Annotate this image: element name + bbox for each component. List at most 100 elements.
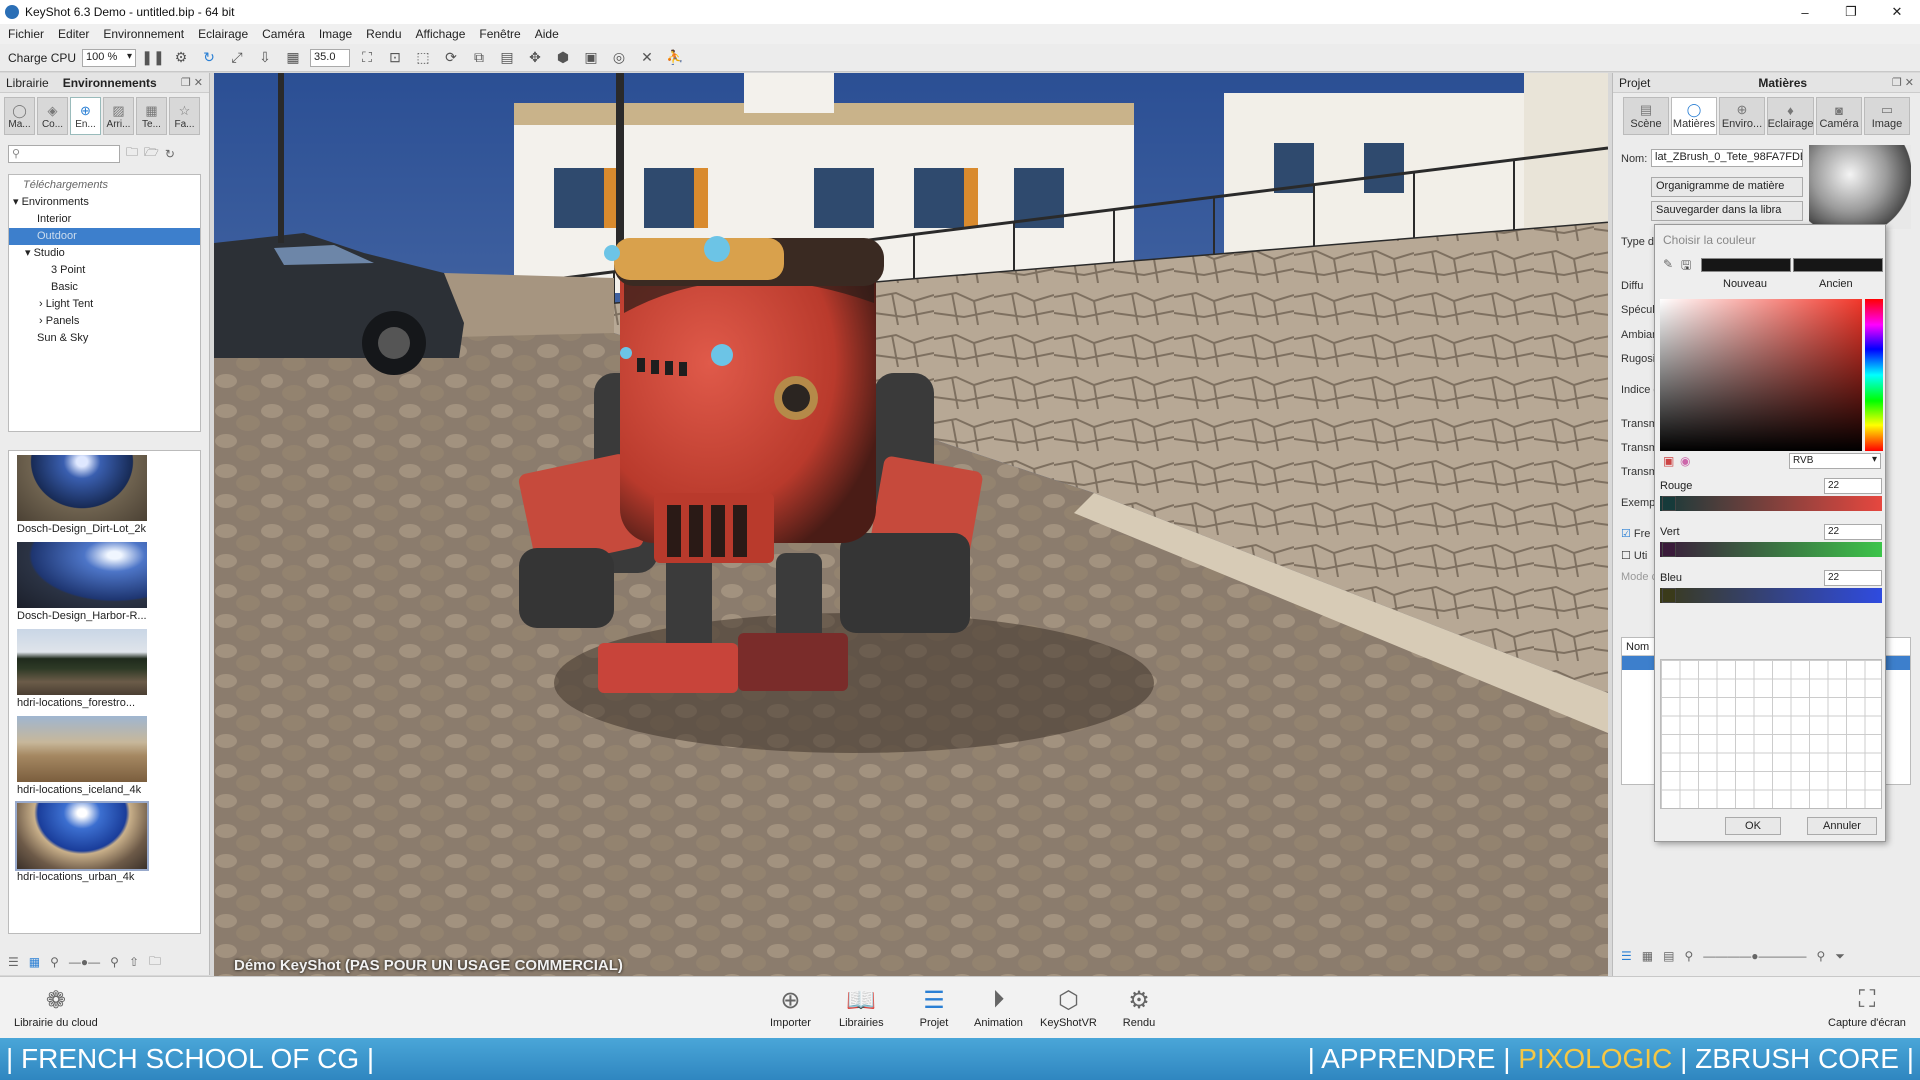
menu-fenetre[interactable]: Fenêtre	[479, 27, 520, 41]
saturation-value-field[interactable]	[1660, 299, 1862, 451]
tree-item-basic[interactable]: Basic	[9, 279, 200, 296]
chevron-right-icon[interactable]: ›	[39, 315, 46, 327]
layout-icon[interactable]: ▣	[580, 48, 602, 68]
prop-use[interactable]: ☐ Uti	[1621, 549, 1647, 562]
green-slider[interactable]	[1660, 542, 1882, 557]
tree-item-interior[interactable]: Interior	[9, 211, 200, 228]
thumbnail-item[interactable]: Dosch-Design_Harbor-R...	[13, 542, 196, 629]
color-mode-select[interactable]: RVB	[1789, 453, 1881, 469]
scale-icon[interactable]: ✕	[636, 48, 658, 68]
zoom-out-icon[interactable]: ⚲	[50, 955, 59, 969]
upload-icon[interactable]: ⇧	[129, 955, 139, 969]
shield-icon[interactable]: ⬢	[552, 48, 574, 68]
tab-lighting[interactable]: ♦ Eclairage	[1767, 97, 1814, 135]
import-folder-icon[interactable]: 🗀	[149, 952, 161, 973]
color-wheel-icon[interactable]: ◉	[1680, 454, 1690, 468]
tree-item-studio[interactable]: ▾ Studio	[9, 245, 200, 262]
tab-textures[interactable]: ▦ Te...	[136, 97, 167, 135]
red-input[interactable]: 22	[1824, 478, 1882, 494]
open-folder-icon[interactable]: 🗁	[144, 143, 159, 164]
region-icon[interactable]: ⊡	[384, 48, 406, 68]
zoom-out-icon[interactable]: ⚲	[1684, 949, 1693, 963]
minimize-button[interactable]: –	[1782, 0, 1828, 24]
tab-environment[interactable]: ⊕ Enviro...	[1719, 97, 1765, 135]
tab-environments[interactable]: Environnements	[63, 76, 157, 90]
tab-project[interactable]: Projet	[1619, 76, 1650, 90]
chevron-down-icon[interactable]: ▾	[13, 196, 22, 208]
thumbnail-size-slider[interactable]: ————●————	[1703, 949, 1806, 963]
tree-item-panels[interactable]: › Panels	[9, 313, 200, 330]
menu-aide[interactable]: Aide	[535, 27, 559, 41]
ok-button[interactable]: OK	[1725, 817, 1781, 835]
grid-view-icon[interactable]: ▦	[29, 955, 40, 969]
menu-editer[interactable]: Editer	[58, 27, 89, 41]
pause-icon[interactable]: ❚❚	[141, 48, 164, 68]
copy-icon[interactable]: ⧉	[468, 48, 490, 68]
red-slider[interactable]	[1660, 496, 1882, 511]
zoom-in-icon[interactable]: ⚲	[1817, 949, 1826, 963]
person-icon[interactable]: ⛹	[664, 48, 686, 68]
tree-item-downloads[interactable]: Téléchargements	[9, 177, 200, 194]
save-color-icon[interactable]: 🖫	[1681, 256, 1691, 277]
thumbnail-item[interactable]: hdri-locations_forestro...	[13, 629, 196, 716]
list-view-icon[interactable]: ☰	[8, 955, 19, 969]
screenshot-button[interactable]: ⛶ Capture d'écran	[1828, 983, 1906, 1029]
zoom-in-icon[interactable]: ⚲	[110, 955, 119, 969]
menu-camera[interactable]: Caméra	[262, 27, 305, 41]
maximize-button[interactable]: ❐	[1828, 0, 1874, 24]
fov-input[interactable]: 35.0	[310, 48, 351, 67]
tab-backplates[interactable]: ▨ Arri...	[103, 97, 134, 135]
material-graph-button[interactable]: Organigramme de matière	[1651, 177, 1803, 197]
tab-camera[interactable]: ◙ Caméra	[1816, 97, 1862, 135]
color-swatch-icon[interactable]: ▣	[1663, 454, 1674, 468]
refresh-library-icon[interactable]: ↻	[165, 147, 175, 161]
thumbnail-size-slider[interactable]: —●—	[69, 955, 100, 969]
thumbnail-item[interactable]: hdri-locations_iceland_4k	[13, 716, 196, 803]
blue-slider[interactable]	[1660, 588, 1882, 603]
refresh-icon[interactable]: ↻	[198, 48, 220, 68]
grid-view-icon[interactable]: ▦	[1642, 949, 1653, 963]
grid-icon[interactable]: ▦	[282, 48, 304, 68]
tree-item-outdoor[interactable]: Outdoor	[9, 228, 200, 245]
menu-image[interactable]: Image	[319, 27, 352, 41]
tab-scene[interactable]: ▤ Scène	[1623, 97, 1669, 135]
cancel-button[interactable]: Annuler	[1807, 817, 1877, 835]
zoom-fit-icon[interactable]: ⛶	[356, 48, 378, 68]
eyedropper-icon[interactable]: ✎	[1663, 257, 1673, 271]
library-search-input[interactable]: ⚲	[8, 144, 120, 163]
tree-item-environments[interactable]: ▾ Environments	[9, 194, 200, 211]
tab-env[interactable]: ⊕ En...	[70, 97, 101, 135]
thumbnail-item[interactable]: Dosch-Design_Dirt-Lot_2k	[13, 455, 196, 542]
camera-tool-icon[interactable]: ▤	[496, 48, 518, 68]
detail-view-icon[interactable]: ▤	[1663, 949, 1674, 963]
frame-icon[interactable]: ⬚	[412, 48, 434, 68]
move-tool-icon[interactable]: ✥	[524, 48, 546, 68]
panel-float-close-icon[interactable]: ❐ ✕	[181, 76, 203, 89]
material-name-field[interactable]: lat_ZBrush_0_Tete_98FA7FDE	[1651, 149, 1803, 167]
keyshotvr-button[interactable]: ⬡ KeyShotVR	[1040, 983, 1097, 1030]
thumbnail-item[interactable]: hdri-locations_urban_4k	[13, 801, 196, 890]
green-slider-handle[interactable]	[1662, 542, 1676, 557]
hue-slider[interactable]	[1865, 299, 1883, 451]
custom-color-swatches[interactable]	[1660, 659, 1882, 809]
menu-environnement[interactable]: Environnement	[103, 27, 184, 41]
list-view-icon[interactable]: ☰	[1621, 949, 1632, 963]
menu-affichage[interactable]: Affichage	[416, 27, 466, 41]
tab-colors[interactable]: ◈ Co...	[37, 97, 68, 135]
blue-input[interactable]: 22	[1824, 570, 1882, 586]
tab-materials-project[interactable]: ◯ Matières	[1671, 97, 1717, 135]
menu-fichier[interactable]: Fichier	[8, 27, 44, 41]
blue-slider-handle[interactable]	[1662, 588, 1676, 603]
close-button[interactable]: ✕	[1874, 0, 1920, 24]
import-button[interactable]: ⊕ Importer	[770, 983, 811, 1030]
prop-fresnel[interactable]: ☑ Fre	[1621, 527, 1650, 540]
tab-materials[interactable]: ◯ Ma...	[4, 97, 35, 135]
tab-image[interactable]: ▭ Image	[1864, 97, 1910, 135]
render-viewport[interactable]	[214, 73, 1608, 976]
filter-icon[interactable]: ⏷	[1835, 949, 1845, 964]
project-button[interactable]: ☰ Projet	[916, 983, 952, 1030]
old-color-swatch[interactable]	[1793, 258, 1883, 272]
orbit-icon[interactable]: ◎	[608, 48, 630, 68]
tree-item-light-tent[interactable]: › Light Tent	[9, 296, 200, 313]
performance-icon[interactable]: ⚙	[170, 48, 192, 68]
